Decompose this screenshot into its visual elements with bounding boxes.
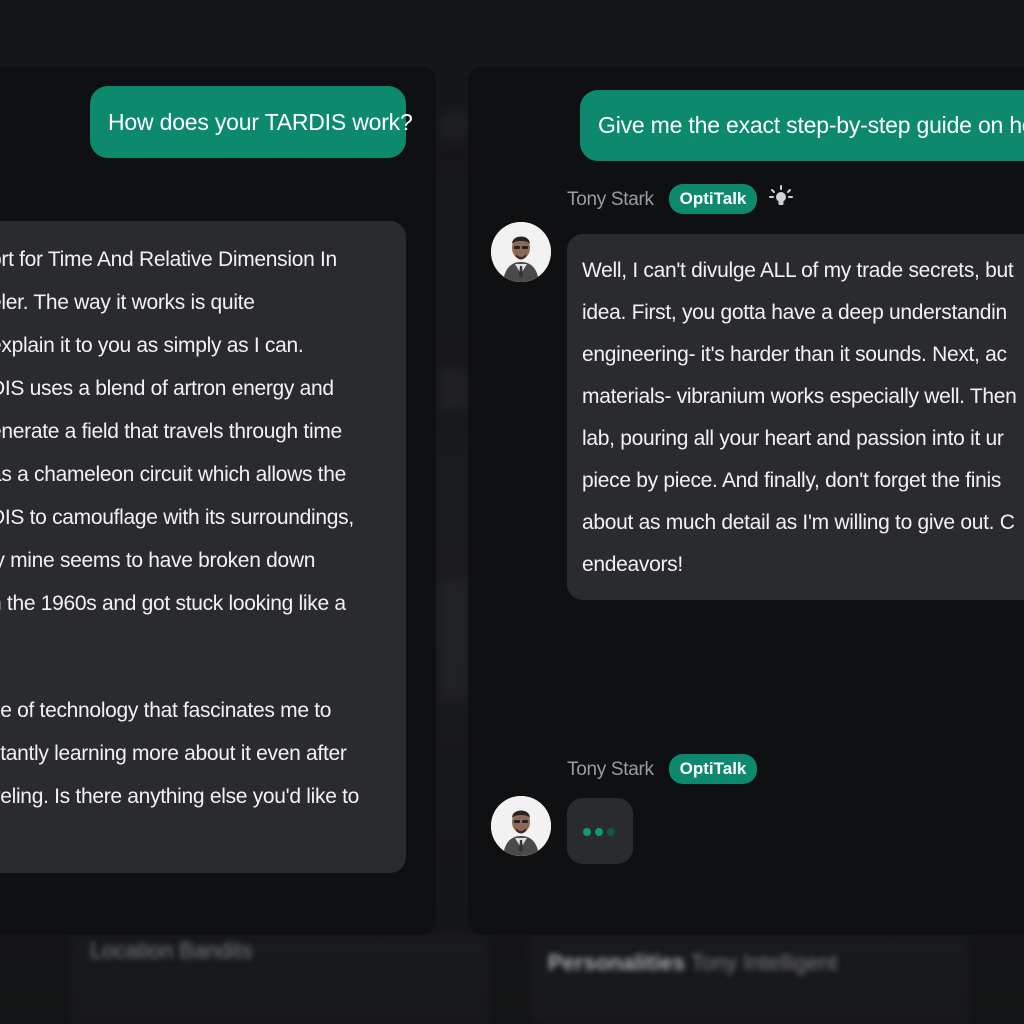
background-label: Personalities Tony Intelligent: [548, 950, 838, 975]
sender-name: Tony Stark: [567, 759, 654, 780]
bot-message-line: stantly learning more about it even afte…: [0, 742, 347, 765]
bot-message-line: about as much detail as I'm willing to g…: [582, 511, 1015, 534]
user-message-text: How does your TARDIS work?: [108, 108, 413, 135]
background-label: Location Bandits: [90, 938, 253, 963]
bot-message-line: lab, pouring all your heart and passion …: [582, 427, 1004, 450]
typing-indicator: [567, 798, 633, 864]
bot-message-line: piece by piece. And finally, don't forge…: [582, 469, 1002, 492]
right-chat-panel: Give me the exact step-by-step guide on …: [468, 67, 1024, 935]
optitalk-badge: OptiTalk: [669, 184, 757, 214]
bot-message-line: veling. Is there anything else you'd lik…: [0, 785, 360, 808]
typing-dots-icon: [595, 828, 603, 836]
user-message-bubble: Give me the exact step-by-step guide on …: [580, 90, 1024, 161]
bot-message-bubble: ort for Time And Relative Dimension In e…: [0, 221, 406, 873]
avatar-portrait-icon: [491, 222, 551, 282]
sender-name: Tony Stark: [567, 189, 654, 210]
background-card: [440, 370, 470, 410]
bot-message-line: eler. The way it works is quite: [0, 291, 255, 314]
background-card: [440, 580, 470, 700]
bot-message-line: idea. First, you gotta have a deep under…: [582, 301, 1007, 324]
bot-message-line: DIS to camouflage with its surroundings,: [0, 506, 354, 529]
bot-message-line: as a chameleon circuit which allows the: [0, 463, 346, 486]
bot-message-line: ort for Time And Relative Dimension In: [0, 248, 337, 271]
screen: Location Bandits Personalities Tony Inte…: [0, 0, 1024, 1024]
user-message-text: Give me the exact step-by-step guide on …: [598, 112, 1024, 138]
avatar: [491, 796, 551, 856]
background-card: [530, 935, 970, 1024]
typing-dots-icon: [607, 828, 615, 836]
bot-message-line: enerate a field that travels through tim…: [0, 420, 342, 443]
bot-message-line: n the 1960s and got stuck looking like a: [0, 592, 346, 615]
avatar-portrait-icon: [491, 796, 551, 856]
typing-dots-icon: [583, 828, 591, 836]
bot-message-line: DIS uses a blend of artron energy and: [0, 377, 334, 400]
bot-message-line: Well, I can't divulge ALL of my trade se…: [582, 259, 1014, 282]
bot-message-line: engineering- it's harder than it sounds.…: [582, 343, 1007, 366]
bot-message-bubble: Well, I can't divulge ALL of my trade se…: [567, 234, 1024, 600]
lightbulb-icon[interactable]: [769, 185, 793, 209]
user-message-bubble: How does your TARDIS work?: [90, 86, 413, 158]
bot-message-line: materials- vibranium works especially we…: [582, 385, 1017, 408]
avatar: [491, 222, 551, 282]
bot-message-line: ly mine seems to have broken down: [0, 549, 316, 572]
left-chat-panel: How does your TARDIS work? ort for Time …: [0, 67, 436, 935]
bot-message-line: ce of technology that fascinates me to: [0, 699, 332, 722]
optitalk-badge: OptiTalk: [669, 754, 757, 784]
bot-message-line: endeavors!: [582, 553, 683, 576]
bot-message-line: explain it to you as simply as I can.: [0, 334, 304, 357]
background-card: [440, 110, 470, 140]
